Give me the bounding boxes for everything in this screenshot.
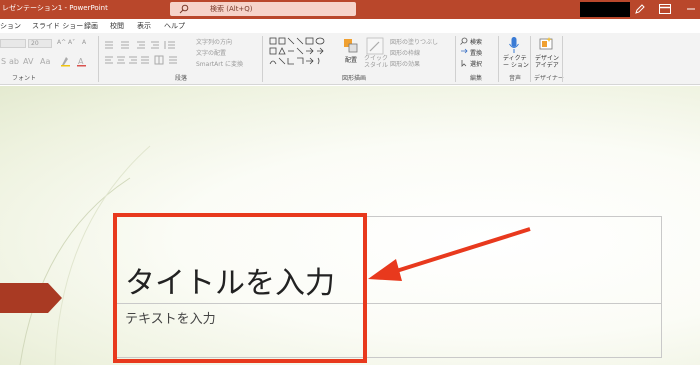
smartart-convert-button[interactable]: SmartArt に変換 [196, 59, 243, 68]
design-ideas-icon [539, 37, 553, 50]
quick-styles-icon[interactable] [366, 37, 384, 55]
clear-format-button[interactable]: A [82, 39, 86, 46]
svg-text:AV: AV [23, 57, 34, 66]
shrink-font-button[interactable]: A˅ [68, 39, 75, 46]
group-separator [562, 36, 563, 82]
svg-text:Aa: Aa [40, 57, 50, 66]
paragraph-group-label: 段落 [175, 75, 188, 82]
shape-fill-button[interactable]: 図形の塗りつぶし [390, 37, 438, 46]
group-separator [455, 36, 456, 82]
shape-outline-button[interactable]: 図形の枠線 [390, 48, 420, 57]
select-icon [461, 60, 467, 67]
tab-review[interactable]: 校閲 [110, 21, 124, 31]
svg-text:A: A [78, 57, 84, 66]
tab-slide-show[interactable]: スライド ショー [32, 21, 83, 31]
drawing-group-label: 図形描画 [342, 75, 367, 82]
highlight-annotation-box [113, 213, 367, 363]
minimize-icon[interactable] [684, 3, 698, 15]
group-separator [498, 36, 499, 82]
search-box[interactable]: 検索 (Alt+Q) [170, 2, 356, 16]
microphone-icon [509, 37, 519, 53]
replace-icon [461, 48, 468, 54]
search-placeholder: 検索 (Alt+Q) [210, 5, 253, 13]
font-size-dropdown[interactable]: 20 [28, 39, 52, 48]
quick-styles-button[interactable]: クイック スタイル [364, 55, 388, 69]
tab-record[interactable]: 録画 [84, 21, 98, 31]
ribbon: 20 A^ A˅ A S ab AV Aa A フォント 文字列の方向 文字の配… [0, 33, 700, 85]
arrow-tag-shape [0, 283, 62, 313]
dictate-button[interactable]: ディクテー ション [503, 55, 529, 69]
font-format-icons[interactable]: S ab AV Aa A [0, 55, 95, 67]
editing-group-label: 編集 [470, 75, 483, 82]
svg-text:ab: ab [9, 57, 19, 66]
align-text-button[interactable]: 文字の配置 [196, 48, 226, 57]
voice-group-label: 音声 [509, 75, 522, 82]
pen-icon[interactable] [634, 3, 646, 15]
arrange-button[interactable]: 配置 [345, 55, 357, 64]
title-bar: レゼンテーション1 - PowerPoint 検索 (Alt+Q) [0, 0, 700, 19]
font-group-label: フォント [12, 75, 37, 82]
account-area[interactable] [580, 2, 630, 17]
red-annotation-arrow [368, 227, 531, 281]
font-name-dropdown[interactable] [0, 39, 26, 48]
find-button[interactable]: 検索 [470, 37, 482, 46]
svg-text:S: S [1, 57, 6, 66]
shape-effects-button[interactable]: 図形の効果 [390, 59, 420, 68]
text-direction-button[interactable]: 文字列の方向 [196, 37, 232, 46]
replace-button[interactable]: 置換 [470, 48, 482, 57]
select-button[interactable]: 選択 [470, 59, 482, 68]
arrange-icon[interactable] [342, 37, 360, 55]
ribbon-display-icon[interactable] [659, 4, 671, 14]
shapes-gallery[interactable] [268, 36, 336, 70]
group-separator [262, 36, 263, 82]
slide-canvas[interactable]: タイトルを入力 テキストを入力 [0, 86, 700, 365]
ribbon-tabs: ション スライド ショー 録画 校閲 表示 ヘルプ [0, 19, 700, 33]
grow-font-button[interactable]: A^ [57, 39, 66, 46]
tab-view[interactable]: 表示 [137, 21, 151, 31]
designer-group-label: デザイナー [534, 75, 564, 82]
group-separator [530, 36, 531, 82]
tab-animation[interactable]: ション [0, 21, 21, 31]
design-ideas-button[interactable]: デザイン アイデア [535, 55, 561, 69]
window-title: レゼンテーション1 - PowerPoint [2, 4, 108, 12]
tab-help[interactable]: ヘルプ [164, 21, 185, 31]
find-icon [460, 37, 468, 45]
group-separator [98, 36, 99, 82]
search-icon [179, 4, 189, 14]
paragraph-format-icons[interactable] [103, 37, 193, 69]
font-size-value: 20 [31, 40, 39, 47]
